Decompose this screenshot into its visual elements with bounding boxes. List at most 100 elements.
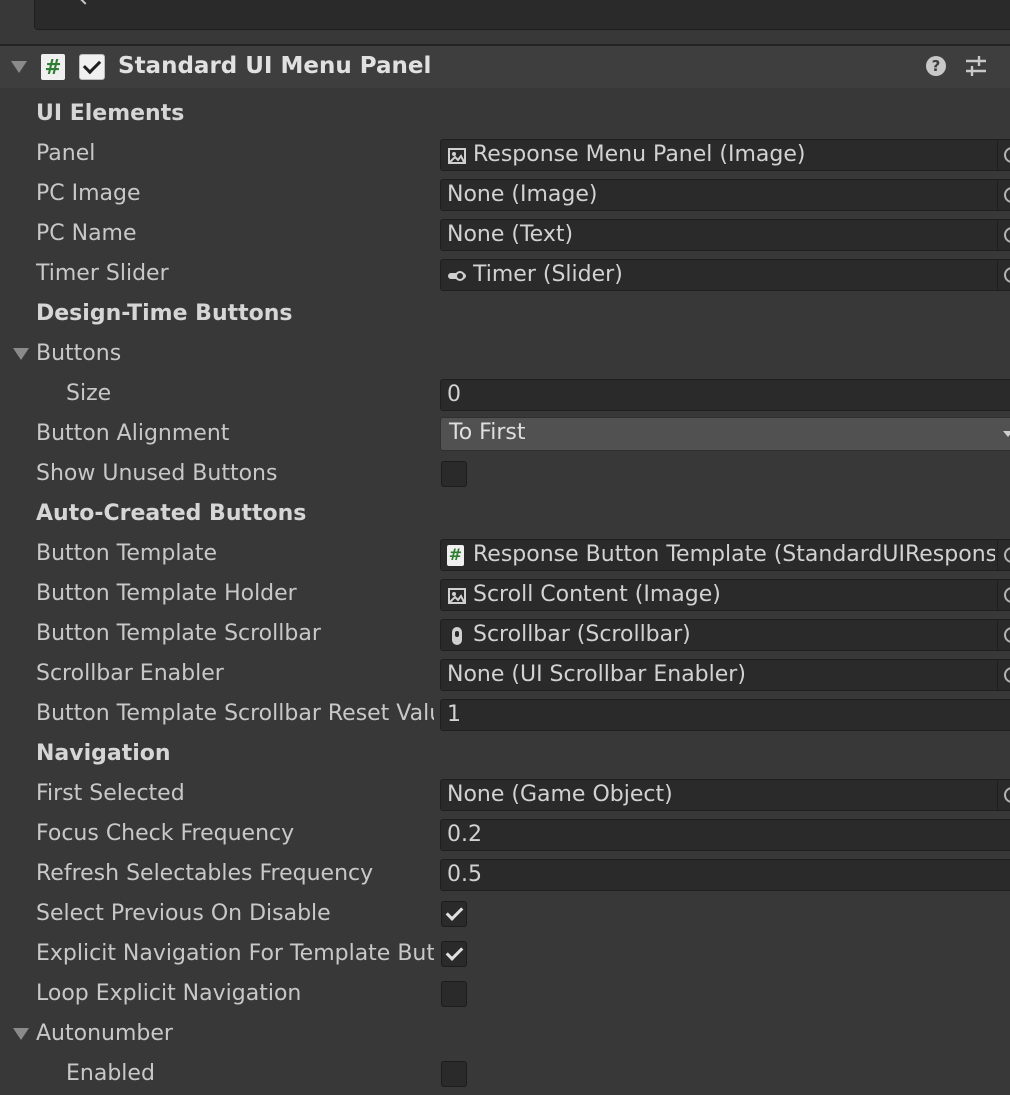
field-row-pc-image: PC Image None (Image) <box>0 175 1010 215</box>
loop-explicit-navigation-checkbox[interactable] <box>441 981 467 1007</box>
foldout-arrow-icon[interactable] <box>13 1028 29 1040</box>
field-row-loop-explicit-navigation: Loop Explicit Navigation <box>0 975 1010 1015</box>
chevron-icon <box>79 0 91 5</box>
field-row-show-unused-buttons: Show Unused Buttons <box>0 455 1010 495</box>
object-picker-icon[interactable] <box>997 140 1010 170</box>
section-header: Auto-Created Buttons <box>36 501 307 526</box>
field-label: Button Alignment <box>36 421 230 446</box>
field-value: Response Button Template (StandardUIResp… <box>473 542 995 567</box>
panel-object-field[interactable]: Response Menu Panel (Image) <box>440 139 1010 171</box>
field-row-button-template: Button Template # Response Button Templa… <box>0 535 1010 575</box>
timer-slider-object-field[interactable]: Timer (Slider) <box>440 259 1010 291</box>
field-label: Buttons <box>36 341 122 366</box>
field-value: Timer (Slider) <box>473 262 623 287</box>
field-label: Enabled <box>66 1061 155 1086</box>
previous-object-field[interactable] <box>34 0 1010 30</box>
field-label: Loop Explicit Navigation <box>36 981 302 1006</box>
slider-icon <box>448 271 466 281</box>
field-row-timer-slider: Timer Slider Timer (Slider) <box>0 255 1010 295</box>
section-header: Navigation <box>36 741 171 766</box>
field-label: Show Unused Buttons <box>36 461 278 486</box>
field-value: Scroll Content (Image) <box>473 582 721 607</box>
field-row-first-selected: First Selected None (Game Object) <box>0 775 1010 815</box>
button-template-object-field[interactable]: # Response Button Template (StandardUIRe… <box>440 539 1010 571</box>
component-title: Standard UI Menu Panel <box>118 53 432 79</box>
field-label: Button Template Scrollbar <box>36 621 321 646</box>
field-value: 1 <box>447 702 461 727</box>
refresh-selectables-frequency-number-field[interactable]: 0.5 <box>440 859 1010 891</box>
section-header: UI Elements <box>36 101 185 126</box>
foldout-arrow-icon[interactable] <box>11 61 27 73</box>
object-picker-icon[interactable] <box>997 540 1010 570</box>
object-picker-icon[interactable] <box>997 780 1010 810</box>
show-unused-buttons-checkbox[interactable] <box>441 461 467 487</box>
field-label: Button Template Scrollbar Reset Value <box>36 701 434 726</box>
autonumber-foldout-row[interactable]: Autonumber <box>0 1015 1010 1055</box>
field-row-button-template-scrollbar: Button Template Scrollbar Scrollbar (Scr… <box>0 615 1010 655</box>
field-label: Size <box>66 381 112 406</box>
field-row-scrollbar-reset-value: Button Template Scrollbar Reset Value 1 <box>0 695 1010 735</box>
section-auto-created-buttons: Auto-Created Buttons <box>0 495 1010 535</box>
field-label: Autonumber <box>36 1021 173 1046</box>
object-picker-icon[interactable] <box>997 260 1010 290</box>
field-label: Select Previous On Disable <box>36 901 331 926</box>
field-label: First Selected <box>36 781 185 806</box>
field-row-refresh-selectables-frequency: Refresh Selectables Frequency 0.5 <box>0 855 1010 895</box>
presets-icon[interactable] <box>964 55 988 77</box>
dropdown-value: To First <box>449 420 526 445</box>
script-icon: # <box>447 545 464 566</box>
pc-image-object-field[interactable]: None (Image) <box>440 179 1010 211</box>
field-value: 0 <box>447 382 461 407</box>
buttons-foldout-row[interactable]: Buttons <box>0 335 1010 375</box>
scrollbar-icon <box>452 627 462 645</box>
button-template-holder-object-field[interactable]: Scroll Content (Image) <box>440 579 1010 611</box>
section-header: Design-Time Buttons <box>36 301 293 326</box>
pc-name-object-field[interactable]: None (Text) <box>440 219 1010 251</box>
image-icon <box>448 148 466 164</box>
button-alignment-dropdown[interactable]: To First <box>440 417 1010 451</box>
scrollbar-reset-value-number-field[interactable]: 1 <box>440 699 1010 731</box>
first-selected-object-field[interactable]: None (Game Object) <box>440 779 1010 811</box>
foldout-arrow-icon[interactable] <box>13 348 29 360</box>
component-enabled-checkbox[interactable] <box>79 54 105 80</box>
section-design-time-buttons: Design-Time Buttons <box>0 295 1010 335</box>
focus-check-frequency-number-field[interactable]: 0.2 <box>440 819 1010 851</box>
field-value: Response Menu Panel (Image) <box>473 142 806 167</box>
field-label: Button Template Holder <box>36 581 297 606</box>
field-value: None (Image) <box>447 182 598 207</box>
field-label: Refresh Selectables Frequency <box>36 861 374 886</box>
object-picker-icon[interactable] <box>997 180 1010 210</box>
field-row-pc-name: PC Name None (Text) <box>0 215 1010 255</box>
field-value: 0.2 <box>447 822 482 847</box>
chevron-down-icon <box>1003 431 1010 437</box>
field-value: None (Game Object) <box>447 782 673 807</box>
field-value: 0.5 <box>447 862 482 887</box>
section-navigation: Navigation <box>0 735 1010 775</box>
help-icon[interactable]: ? <box>926 56 946 76</box>
field-row-focus-check-frequency: Focus Check Frequency 0.2 <box>0 815 1010 855</box>
field-value: Scrollbar (Scrollbar) <box>473 622 691 647</box>
explicit-navigation-checkbox[interactable] <box>441 941 467 967</box>
autonumber-enabled-checkbox[interactable] <box>441 1061 467 1087</box>
section-ui-elements: UI Elements <box>0 95 1010 135</box>
field-value: None (Text) <box>447 222 574 247</box>
object-picker-icon[interactable] <box>997 580 1010 610</box>
object-picker-icon[interactable] <box>997 220 1010 250</box>
component-header[interactable]: # Standard UI Menu Panel ? <box>0 46 1010 88</box>
field-label: Explicit Navigation For Template Buttons <box>36 941 434 966</box>
field-row-panel: Panel Response Menu Panel (Image) <box>0 135 1010 175</box>
size-number-field[interactable]: 0 <box>440 379 1010 411</box>
field-label: PC Name <box>36 221 137 246</box>
field-row-size: Size 0 <box>0 375 1010 415</box>
field-label: Scrollbar Enabler <box>36 661 224 686</box>
scrollbar-enabler-object-field[interactable]: None (UI Scrollbar Enabler) <box>440 659 1010 691</box>
object-picker-icon[interactable] <box>997 620 1010 650</box>
field-label: Timer Slider <box>36 261 169 286</box>
object-picker-icon[interactable] <box>997 660 1010 690</box>
script-icon: # <box>41 54 65 80</box>
field-label: Button Template <box>36 541 218 566</box>
select-previous-on-disable-checkbox[interactable] <box>441 901 467 927</box>
button-template-scrollbar-object-field[interactable]: Scrollbar (Scrollbar) <box>440 619 1010 651</box>
field-value: None (UI Scrollbar Enabler) <box>447 662 746 687</box>
field-label: Focus Check Frequency <box>36 821 295 846</box>
